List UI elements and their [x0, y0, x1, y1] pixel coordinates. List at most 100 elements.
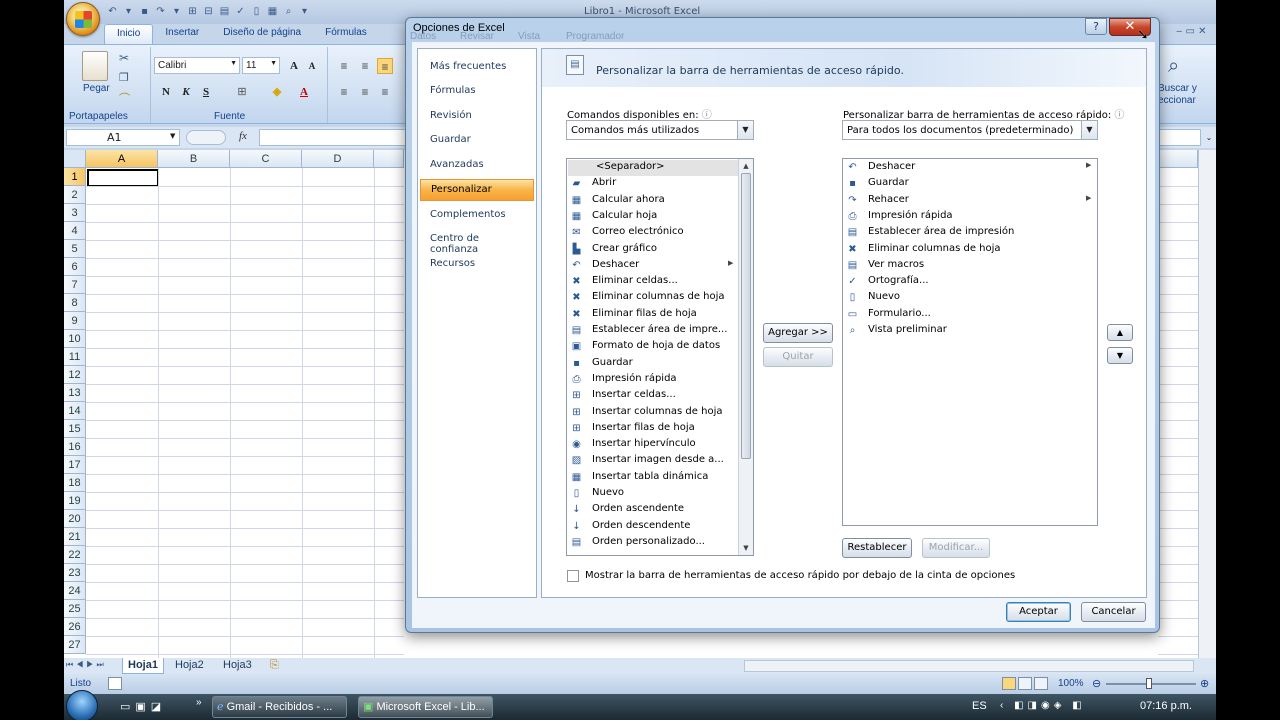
sheet-nav-arrows[interactable]: ⏮◀▶⏭: [66, 660, 107, 670]
zoom-out-icon[interactable]: ⊖: [1092, 677, 1101, 690]
undo-icon[interactable]: ↶: [106, 5, 119, 18]
list-item[interactable]: ▪ Guardar: [568, 356, 738, 372]
font-size-combo[interactable]: 11 ▼: [242, 57, 280, 74]
zoom-level[interactable]: 100%: [1058, 678, 1084, 689]
row-header[interactable]: 14: [64, 402, 86, 420]
row-header[interactable]: 27: [64, 636, 86, 654]
sheet-tab-hoja1[interactable]: Hoja1: [122, 658, 164, 674]
paste-button[interactable]: Pegar: [83, 83, 110, 94]
row-header[interactable]: 8: [64, 294, 86, 312]
name-box[interactable]: A1: [66, 129, 180, 146]
list-item[interactable]: ▦ Insertar tabla dinámica: [568, 470, 738, 486]
formula-expander[interactable]: [186, 130, 226, 145]
active-cell-a1[interactable]: [87, 169, 159, 187]
add-button[interactable]: Agregar >>: [763, 323, 833, 343]
row-header[interactable]: 3: [64, 204, 86, 222]
nav-avanzadas[interactable]: Avanzadas: [420, 155, 534, 177]
qat-scope-select[interactable]: Para todos los documentos (predeterminad…: [842, 120, 1098, 140]
list-item[interactable]: ⊞ Insertar columnas de hoja: [568, 405, 738, 421]
available-commands-list[interactable]: ▲ ▼ <Separador> ▰ Abrir ▦ Calcular ahora ▦ Cal…: [566, 158, 754, 556]
row-header[interactable]: 12: [64, 366, 86, 384]
tab-inicio[interactable]: Inicio: [104, 24, 154, 44]
show-below-ribbon-label[interactable]: Mostrar la barra de herramientas de acce…: [585, 570, 1015, 581]
save-icon[interactable]: ▪: [138, 5, 151, 18]
list-item[interactable]: ▯ Nuevo: [844, 290, 1096, 306]
row-header[interactable]: 23: [64, 564, 86, 582]
start-button[interactable]: [66, 690, 98, 720]
list-item[interactable]: ▤ Ver macros: [844, 258, 1096, 274]
available-commands-select[interactable]: Comandos más utilizados ▼: [566, 120, 754, 140]
help-button[interactable]: ?: [1085, 18, 1107, 35]
find-select-label-2[interactable]: eccionar: [1158, 95, 1196, 106]
dropdown-icon[interactable]: ▾: [170, 5, 183, 18]
column-header-partial[interactable]: [374, 150, 404, 168]
list-item[interactable]: ▨ Insertar imagen desde a...: [568, 453, 738, 469]
row-header[interactable]: 6: [64, 258, 86, 276]
delete-columns-icon[interactable]: ⊟: [202, 5, 215, 18]
row-header[interactable]: 25: [64, 600, 86, 618]
paste-icon[interactable]: [82, 51, 108, 81]
list-item[interactable]: ▪ Guardar: [844, 176, 1096, 192]
nav-formulas[interactable]: Fórmulas: [420, 81, 534, 103]
print-area-icon[interactable]: ⊞: [186, 5, 199, 18]
macros-icon[interactable]: ▤: [218, 5, 231, 18]
fill-color-icon[interactable]: ◈: [269, 84, 285, 100]
row-header[interactable]: 11: [64, 348, 86, 366]
select-all-corner[interactable]: [64, 150, 86, 168]
reset-button[interactable]: Restablecer: [842, 538, 912, 558]
zoom-slider-thumb[interactable]: [1146, 678, 1152, 689]
underline-icon[interactable]: S: [198, 84, 214, 100]
row-header[interactable]: 7: [64, 276, 86, 294]
list-item[interactable]: ↶ Deshacer ▶: [568, 258, 738, 274]
list-item[interactable]: ⌕ Vista preliminar: [844, 323, 1096, 339]
row-header[interactable]: 5: [64, 240, 86, 258]
list-item[interactable]: ▤ Establecer área de impresión: [844, 225, 1096, 241]
language-indicator[interactable]: ES: [972, 700, 987, 712]
expand-formula-bar-icon[interactable]: ⌄: [1203, 130, 1215, 145]
list-item[interactable]: ▯ Nuevo: [568, 486, 738, 502]
scroll-thumb[interactable]: [741, 173, 751, 459]
quick-launch-icons[interactable]: ▭▣◪: [120, 700, 166, 713]
tray-icons[interactable]: ‹ ◧◨◉◈ ◧: [1000, 700, 1086, 711]
list-item[interactable]: ✖ Eliminar columnas de hoja: [844, 242, 1096, 258]
row-header[interactable]: 18: [64, 474, 86, 492]
font-color-icon[interactable]: A: [296, 84, 312, 100]
taskbar-item-excel[interactable]: ▣ Microsoft Excel - Lib...: [358, 696, 493, 718]
row-header[interactable]: 1: [64, 168, 86, 186]
scroll-up-icon[interactable]: ▲: [739, 160, 753, 172]
insert-sheet-icon[interactable]: ⎘: [270, 659, 279, 672]
row-header[interactable]: 16: [64, 438, 86, 456]
list-item[interactable]: ⎙ Impresión rápida: [844, 209, 1096, 225]
list-item[interactable]: ▣ Formato de hoja de datos: [568, 339, 738, 355]
list-item[interactable]: ⊞ Insertar celdas...: [568, 388, 738, 404]
row-header[interactable]: 21: [64, 528, 86, 546]
italic-icon[interactable]: K: [178, 84, 194, 100]
customize-qat-icon[interactable]: ▾: [298, 5, 311, 18]
page-layout-view-icon[interactable]: [1018, 677, 1032, 690]
nav-personalizar[interactable]: Personalizar: [420, 179, 534, 201]
macro-record-icon[interactable]: [108, 677, 122, 690]
print-preview-icon[interactable]: ⌕: [282, 5, 295, 18]
find-select-label-1[interactable]: Buscar y: [1158, 83, 1197, 94]
align-center-icon[interactable]: ≡: [357, 84, 373, 100]
list-item[interactable]: ▙ Crear gráfico: [568, 242, 738, 258]
tab-insertar[interactable]: Insertar: [153, 24, 211, 44]
dropdown-icon[interactable]: ▾: [122, 5, 135, 18]
list-item[interactable]: ▭ Formulario...: [844, 307, 1096, 323]
chevron-down-icon[interactable]: ▼: [170, 132, 175, 140]
nav-complementos[interactable]: Complementos: [420, 205, 534, 227]
row-header[interactable]: 9: [64, 312, 86, 330]
redo-icon[interactable]: ↷: [154, 5, 167, 18]
form-icon[interactable]: ▦: [266, 5, 279, 18]
move-up-button[interactable]: ▲: [1107, 324, 1133, 341]
list-item[interactable]: ✓ Ortografía...: [844, 274, 1096, 290]
nav-guardar[interactable]: Guardar: [420, 130, 534, 152]
clock[interactable]: 07:16 p.m.: [1140, 700, 1192, 712]
row-header[interactable]: 22: [64, 546, 86, 564]
list-item[interactable]: ✖ Eliminar celdas...: [568, 274, 738, 290]
row-header[interactable]: 17: [64, 456, 86, 474]
nav-centro-de-confianza[interactable]: Centro de confianza: [420, 229, 534, 255]
new-document-icon[interactable]: ▯: [250, 5, 263, 18]
tab-diseno[interactable]: Diseño de página: [211, 24, 313, 44]
row-header[interactable]: 13: [64, 384, 86, 402]
